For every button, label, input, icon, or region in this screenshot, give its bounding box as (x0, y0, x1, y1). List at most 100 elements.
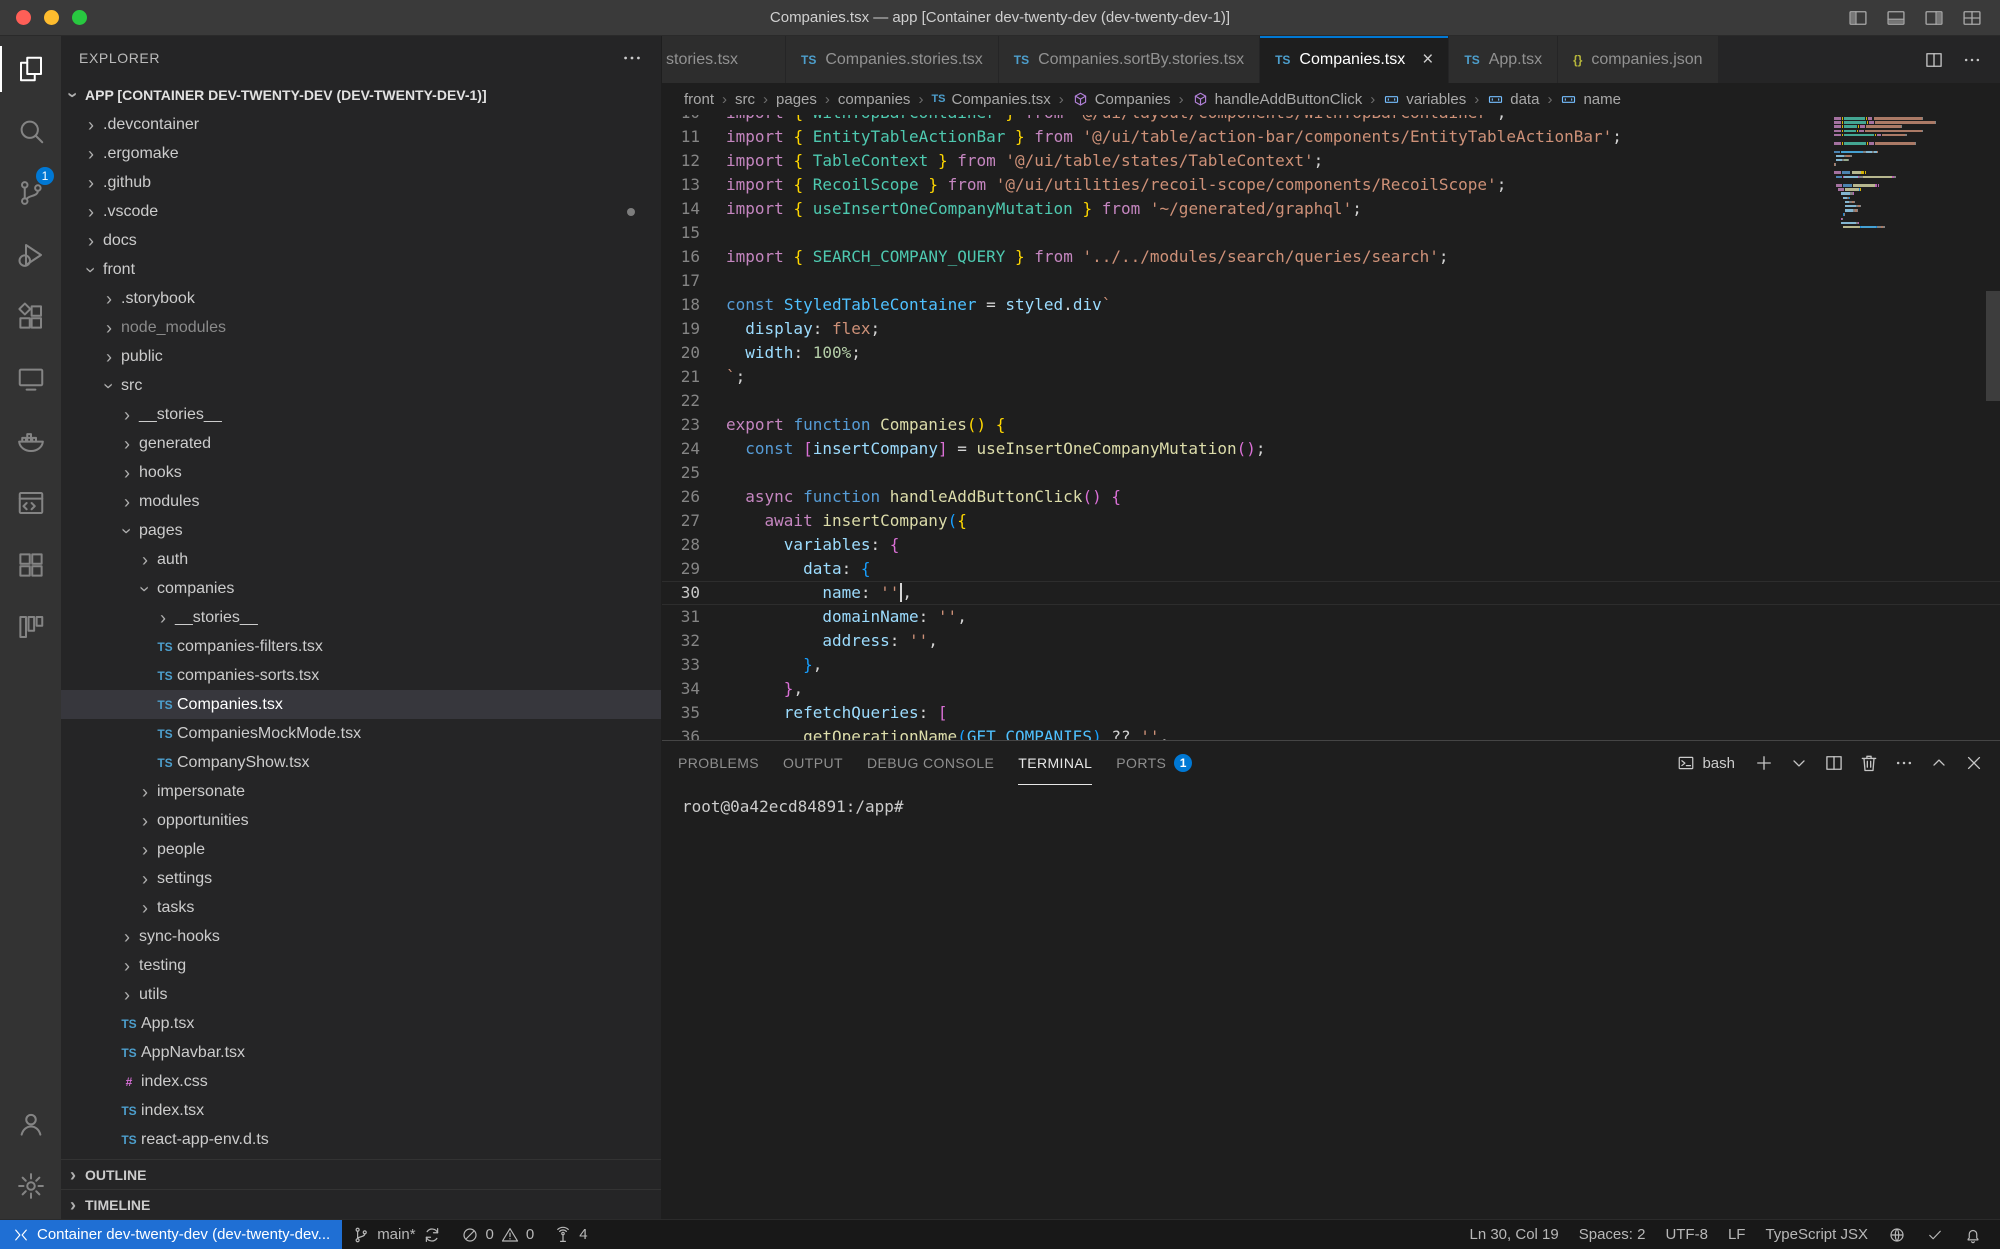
panel-tab-terminal[interactable]: TERMINAL (1018, 741, 1092, 785)
split-editor-icon[interactable] (1924, 50, 1944, 70)
tree-folder-sync-hooks[interactable]: ›sync-hooks (61, 922, 661, 951)
tree-folder-public[interactable]: ›public (61, 342, 661, 371)
tree-file-CompanyShow.tsx[interactable]: TSCompanyShow.tsx (61, 748, 661, 777)
code-line-14[interactable]: 14import { useInsertOneCompanyMutation }… (662, 197, 2000, 221)
breadcrumb-handleAddButtonClick[interactable]: handleAddButtonClick (1192, 91, 1363, 108)
editor-scrollbar[interactable] (1986, 291, 2000, 401)
activity-run-and-debug[interactable] (0, 224, 61, 286)
tree-folder-.devcontainer[interactable]: ›.devcontainer (61, 110, 661, 139)
status-remote-indicator[interactable]: Container dev-twenty-dev (dev-twenty-dev… (0, 1220, 342, 1249)
tree-folder-.storybook[interactable]: ›.storybook (61, 284, 661, 313)
status-indentation[interactable]: Spaces: 2 (1569, 1220, 1656, 1249)
tree-folder-docs[interactable]: ›docs (61, 226, 661, 255)
tab-Companies.stories.tsx[interactable]: TSCompanies.stories.tsx (786, 36, 999, 83)
code-line-15[interactable]: 15 (662, 221, 2000, 245)
split-editor-icon[interactable] (1824, 753, 1844, 773)
status-git-branch[interactable]: main* (342, 1220, 450, 1249)
tree-folder-utils[interactable]: ›utils (61, 980, 661, 1009)
tree-folder-tasks[interactable]: ›tasks (61, 893, 661, 922)
activity-remote-explorer[interactable] (0, 348, 61, 410)
activity-extensions[interactable] (0, 286, 61, 348)
breadcrumb-name[interactable]: name (1560, 91, 1621, 108)
tree-folder-node_modules[interactable]: ›node_modules (61, 313, 661, 342)
activity-accounts[interactable] (0, 1093, 61, 1155)
tree-file-App.tsx[interactable]: TSApp.tsx (61, 1009, 661, 1038)
tree-file-AppNavbar.tsx[interactable]: TSAppNavbar.tsx (61, 1038, 661, 1067)
tree-file-CompaniesMockMode.tsx[interactable]: TSCompaniesMockMode.tsx (61, 719, 661, 748)
code-line-18[interactable]: 18const StyledTableContainer = styled.di… (662, 293, 2000, 317)
status-ports-forwarded[interactable]: 4 (544, 1220, 597, 1249)
layout-grid-icon[interactable] (1962, 8, 1982, 28)
tree-folder-.vscode[interactable]: ›.vscode (61, 197, 661, 226)
code-line-13[interactable]: 13import { RecoilScope } from '@/ui/util… (662, 173, 2000, 197)
code-line-24[interactable]: 24 const [insertCompany] = useInsertOneC… (662, 437, 2000, 461)
status-formatter[interactable] (1916, 1220, 1954, 1249)
tree-folder-src[interactable]: ›src (61, 371, 661, 400)
status-eol[interactable]: LF (1718, 1220, 1756, 1249)
close-icon[interactable]: × (1422, 50, 1433, 69)
status-notifications[interactable] (1954, 1220, 1992, 1249)
code-line-36[interactable]: 36 getOperationName(GET_COMPANIES) ?? ''… (662, 725, 2000, 740)
terminal-body[interactable]: root@0a42ecd84891:/app# (662, 785, 2000, 1219)
breadcrumb-Companies.tsx[interactable]: TSCompanies.tsx (931, 91, 1050, 108)
tab-Companies.sortBy.stories.tsx[interactable]: TSCompanies.sortBy.stories.tsx (999, 36, 1260, 83)
activity-test-explorer[interactable] (0, 534, 61, 596)
close-icon[interactable] (1964, 753, 1984, 773)
outline-section[interactable]: › OUTLINE (61, 1159, 661, 1189)
code-line-20[interactable]: 20 width: 100%; (662, 341, 2000, 365)
code-line-31[interactable]: 31 domainName: '', (662, 605, 2000, 629)
code-line-12[interactable]: 12import { TableContext } from '@/ui/tab… (662, 149, 2000, 173)
code-line-35[interactable]: 35 refetchQueries: [ (662, 701, 2000, 725)
code-line-27[interactable]: 27 await insertCompany({ (662, 509, 2000, 533)
more-icon[interactable] (1962, 50, 1982, 70)
tree-folder-.github[interactable]: ›.github (61, 168, 661, 197)
tab-Companies.tsx[interactable]: TSCompanies.tsx× (1260, 36, 1449, 83)
tree-folder-companies[interactable]: ›companies (61, 574, 661, 603)
code-editor[interactable]: 10import { WithTopBarContainer } from '@… (662, 115, 2000, 740)
code-line-21[interactable]: 21`; (662, 365, 2000, 389)
activity-project-boards[interactable] (0, 596, 61, 658)
tree-folder-people[interactable]: ›people (61, 835, 661, 864)
panel-tab-ports[interactable]: PORTS1 (1116, 741, 1192, 785)
zoom-window-button[interactable] (72, 10, 87, 25)
chevron-up-icon[interactable] (1929, 753, 1949, 773)
activity-live-preview[interactable] (0, 472, 61, 534)
layout-panel-icon[interactable] (1886, 8, 1906, 28)
code-line-17[interactable]: 17 (662, 269, 2000, 293)
workspace-section-header[interactable]: › APP [CONTAINER DEV-TWENTY-DEV (DEV-TWE… (61, 80, 661, 110)
code-line-22[interactable]: 22 (662, 389, 2000, 413)
layout-sidebar-right-icon[interactable] (1924, 8, 1944, 28)
code-line-30[interactable]: 30 name: '', (662, 581, 2000, 605)
status-problems[interactable]: 00 (451, 1220, 545, 1249)
views-more-icon[interactable] (621, 47, 643, 69)
tab-companies.json[interactable]: {}companies.json (1558, 36, 1719, 83)
activity-explorer[interactable] (0, 38, 61, 100)
tree-folder-modules[interactable]: ›modules (61, 487, 661, 516)
timeline-section[interactable]: › TIMELINE (61, 1189, 661, 1219)
minimize-window-button[interactable] (44, 10, 59, 25)
minimap[interactable] (1834, 117, 1986, 230)
code-line-26[interactable]: 26 async function handleAddButtonClick()… (662, 485, 2000, 509)
breadcrumb-variables[interactable]: variables (1383, 91, 1466, 108)
breadcrumb-src[interactable]: src (735, 91, 755, 108)
tree-file-companies-filters.tsx[interactable]: TScompanies-filters.tsx (61, 632, 661, 661)
code-line-33[interactable]: 33 }, (662, 653, 2000, 677)
tree-folder-__stories__[interactable]: ›__stories__ (61, 400, 661, 429)
layout-sidebar-left-icon[interactable] (1848, 8, 1868, 28)
panel-tab-debug-console[interactable]: DEBUG CONSOLE (867, 741, 994, 785)
tree-folder-__stories__[interactable]: ›__stories__ (61, 603, 661, 632)
panel-tab-problems[interactable]: PROBLEMS (678, 741, 759, 785)
code-line-16[interactable]: 16import { SEARCH_COMPANY_QUERY } from '… (662, 245, 2000, 269)
activity-settings[interactable] (0, 1155, 61, 1217)
code-line-32[interactable]: 32 address: '', (662, 629, 2000, 653)
tree-folder-opportunities[interactable]: ›opportunities (61, 806, 661, 835)
tree-folder-hooks[interactable]: ›hooks (61, 458, 661, 487)
chevron-down-icon[interactable] (1789, 753, 1809, 773)
tree-folder-impersonate[interactable]: ›impersonate (61, 777, 661, 806)
shell-selector[interactable]: bash (1677, 754, 1735, 772)
close-window-button[interactable] (16, 10, 31, 25)
breadcrumb-pages[interactable]: pages (776, 91, 817, 108)
status-language-mode[interactable]: TypeScript JSX (1755, 1220, 1878, 1249)
status-encoding[interactable]: UTF-8 (1655, 1220, 1718, 1249)
code-line-34[interactable]: 34 }, (662, 677, 2000, 701)
